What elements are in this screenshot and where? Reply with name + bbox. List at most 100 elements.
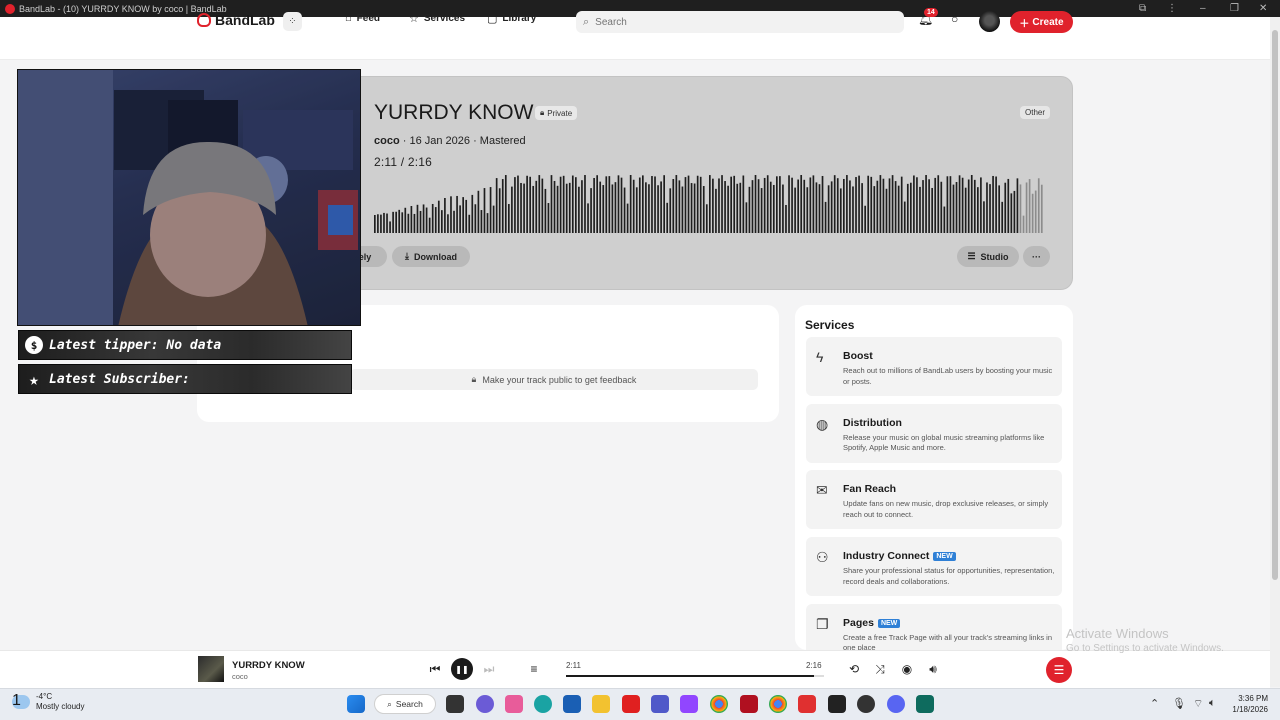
- wifi-icon[interactable]: ⌔: [1193, 697, 1203, 711]
- waveform-bar: [450, 196, 452, 233]
- studio-sliders-icon: ☰: [967, 251, 976, 261]
- next-track-button[interactable]: ⏭︎: [478, 658, 500, 680]
- minimize-button[interactable]: –: [1200, 0, 1206, 17]
- menu-dots-icon[interactable]: ⋮: [1167, 0, 1177, 17]
- page-scrollbar-thumb[interactable]: [1272, 30, 1278, 580]
- live-app-icon[interactable]: [828, 695, 846, 713]
- waveform-bar: [495, 178, 498, 233]
- service-description: Release your music on global music strea…: [843, 432, 1045, 453]
- waveform-bar: [593, 178, 595, 233]
- service-card-fan-reach[interactable]: ✉ Fan Reach Update fans on new music, drop…: [806, 470, 1062, 530]
- user-avatar[interactable]: [979, 11, 1000, 32]
- tray-chevron-up-icon[interactable]: ⌃: [1150, 697, 1159, 710]
- twitch-icon[interactable]: [680, 695, 698, 713]
- more-options-button[interactable]: ···: [1023, 246, 1050, 267]
- notifications-count-badge: 14: [924, 8, 938, 17]
- waveform-bar: [651, 176, 653, 233]
- star-filled-icon: ★: [29, 369, 39, 389]
- waveform-bar: [553, 180, 556, 233]
- nav-feed[interactable]: ⌂ Feed: [345, 12, 380, 24]
- microphone-icon[interactable]: 🎙︎: [1172, 697, 1186, 710]
- window-title: BandLab - (10) YURRDY KNOW by coco | Ban…: [19, 3, 227, 14]
- waveform-bar: [852, 186, 854, 233]
- waveform-bar: [702, 186, 705, 233]
- waveform-bar: [550, 175, 553, 233]
- create-button[interactable]: ＋ Create: [1010, 11, 1073, 33]
- waveform-bar: [377, 214, 379, 233]
- pause-button[interactable]: ❚❚: [451, 658, 473, 680]
- waveform-bar: [389, 221, 391, 233]
- extensions-icon[interactable]: ⧉: [1139, 0, 1146, 17]
- waveform-bar: [946, 176, 949, 233]
- player-cover-art[interactable]: [198, 656, 224, 682]
- chrome-icon[interactable]: [769, 695, 787, 713]
- repeat-button[interactable]: ⟲: [843, 658, 865, 680]
- chrome-icon-active[interactable]: [710, 695, 728, 713]
- search-icon: ⌕: [387, 698, 392, 709]
- app-icon-3[interactable]: [798, 695, 816, 713]
- app-icon-4[interactable]: [916, 695, 934, 713]
- close-button[interactable]: ✕: [1259, 0, 1267, 17]
- discord-icon[interactable]: [887, 695, 905, 713]
- track-date-status: · 16 Jan 2026 · Mastered: [399, 135, 526, 147]
- waveform-bar: [699, 176, 702, 233]
- weather-widget[interactable]: -4°C Mostly cloudy: [12, 692, 84, 712]
- waveform-bar: [462, 197, 464, 233]
- apps-grid-button[interactable]: ⁘: [283, 12, 302, 31]
- plus-icon: ＋: [1019, 18, 1030, 30]
- taskbar-clock[interactable]: 3:36 PM 1/18/2026: [1228, 693, 1268, 715]
- youtube-icon[interactable]: [622, 695, 640, 713]
- taskbar-search[interactable]: ⌕ Search: [374, 694, 436, 714]
- home-icon: ⌂: [345, 12, 352, 24]
- waveform-bar: [882, 178, 885, 233]
- restore-button[interactable]: ❐: [1230, 0, 1239, 17]
- player-track-title[interactable]: YURRDY KNOW: [232, 660, 305, 671]
- track-artist[interactable]: coco: [374, 135, 400, 147]
- queue-button[interactable]: ☰: [1046, 657, 1072, 683]
- nav-library[interactable]: ▢ Library: [487, 12, 536, 25]
- playlist-add-button[interactable]: ≡: [523, 658, 545, 680]
- app-icon-2[interactable]: [740, 695, 758, 713]
- obs-icon[interactable]: [857, 695, 875, 713]
- outlook-icon[interactable]: [563, 695, 581, 713]
- service-card-boost[interactable]: ϟ Boost Reach out to millions of BandLab u…: [806, 337, 1062, 396]
- waveform-bar: [535, 180, 538, 233]
- messages-icon[interactable]: ○: [951, 12, 958, 26]
- waveform-bar: [410, 206, 413, 233]
- previous-track-button[interactable]: ⏮︎: [424, 658, 446, 680]
- broadcast-button[interactable]: ◉: [896, 658, 918, 680]
- volume-button[interactable]: 🔊︎: [922, 658, 944, 680]
- speaker-icon[interactable]: 🔈︎: [1209, 697, 1216, 710]
- app-icon-1[interactable]: [505, 695, 523, 713]
- studio-button[interactable]: ☰ Studio: [957, 246, 1019, 267]
- service-card-industry-connect[interactable]: ⚇ Industry Connect NEW Share your professio…: [806, 537, 1062, 597]
- waveform-bar: [684, 177, 687, 233]
- edge-icon[interactable]: [534, 695, 552, 713]
- waveform-bar: [660, 181, 662, 233]
- webcam-feed-image: [18, 70, 360, 325]
- windows-start-icon[interactable]: [347, 695, 365, 713]
- shuffle-button[interactable]: ⤨: [869, 658, 891, 680]
- waveform-bar: [386, 213, 388, 233]
- waveform-bar: [581, 180, 583, 233]
- genre-badge[interactable]: Other: [1020, 106, 1051, 119]
- player-progress-bar[interactable]: [566, 675, 824, 677]
- copilot-icon[interactable]: [476, 695, 494, 713]
- waveform-bar: [401, 212, 404, 233]
- waveform-bar: [1034, 190, 1037, 233]
- nav-services[interactable]: ☆ Services: [409, 12, 465, 25]
- waveform-bar: [870, 176, 873, 233]
- waveform[interactable]: [374, 173, 1044, 235]
- search-bar[interactable]: ⌕: [576, 11, 904, 33]
- service-card-distribution[interactable]: ◍ Distribution Release your music on globa…: [806, 403, 1062, 463]
- feedback-notice: 🔒︎ Make your track public to get feedback: [350, 369, 758, 390]
- player-total-time: 2:16: [806, 661, 822, 670]
- bandlab-logo[interactable]: BandLab: [197, 12, 275, 28]
- task-view-icon[interactable]: [446, 695, 464, 713]
- search-input[interactable]: [595, 16, 876, 28]
- download-button[interactable]: ⤓ Download: [392, 246, 470, 267]
- player-artist[interactable]: coco: [232, 672, 248, 681]
- file-explorer-icon[interactable]: [592, 695, 610, 713]
- queue-list-icon: ☰: [1053, 663, 1065, 677]
- teams-icon[interactable]: [651, 695, 669, 713]
